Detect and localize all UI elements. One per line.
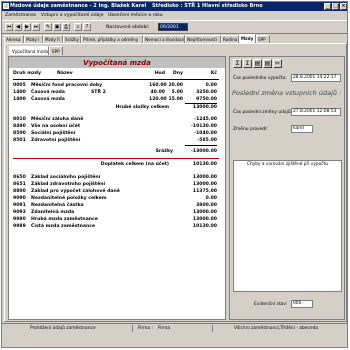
tab-prime-priplatky[interactable]: Přímé, příplatky a odměny (81, 35, 143, 43)
table-row: 8650 Základ sociálního pojištění 13000.0… (13, 175, 217, 180)
status-bar: Prohlížení údajů zaměstnance Firma : Fir… (2, 323, 347, 333)
tab-panel: Vypočítaná mzda SPP Vypočítaná mzda Druh… (4, 43, 347, 322)
subtab-vypocitana-mzda[interactable]: Vypočítaná mzda (9, 46, 49, 55)
period-select[interactable]: 09/2001 (158, 23, 188, 31)
tab-nemoci[interactable]: Nemoci a likvidace (143, 35, 185, 43)
print-icon[interactable]: ⎙ (62, 23, 70, 31)
last-calc-field[interactable]: 28.8.2001 14:22:17 (291, 74, 341, 82)
status-field[interactable]: 000 (291, 300, 313, 308)
table-row: 0005 Měsíční fond pracovní doby 160.00 2… (13, 83, 217, 88)
table-row: 8500 Sociální pojištění -1040.00 (13, 131, 217, 136)
status-label: Evidenční stav: (254, 302, 288, 307)
table-row: 8800 Základ pro výpočet zálohové daně 11… (13, 189, 217, 194)
tab-nepritomnosti[interactable]: Nepřítomnosti (185, 35, 221, 43)
search-icon[interactable]: ⌕ (74, 23, 82, 31)
doplatek-value: 10130.00 (192, 162, 217, 167)
srazky-value: -13000.00 (190, 149, 217, 154)
table-row: 8501 Zdravotní pojištění -585.00 (13, 138, 217, 143)
errors-warnings-box[interactable]: Chyby a varování zjištěné při výpočtu (233, 160, 342, 292)
sum-divider (185, 145, 217, 146)
header-kod: Druh mzdy (13, 71, 41, 76)
srazky-label: Srážky (155, 149, 173, 154)
hrube-value: 13000.00 (192, 105, 217, 110)
list-icon[interactable]: ▤ (253, 59, 262, 68)
minimize-button[interactable]: _ (324, 3, 331, 10)
last-change-heading: Poslední změna vstupních údajů : (232, 89, 342, 97)
doplatek-divider (13, 158, 219, 159)
close-button[interactable]: × (340, 3, 347, 10)
sum-all-icon[interactable]: Σ (243, 59, 252, 68)
toolbar: ⏮ ◀ ▶ ⏭ ✎ ▣ ⎙ ⌕ ? Nastavené období: 09/2… (2, 20, 347, 34)
title-bar: Mzdové údaje zaměstnance - 2 Ing. Blažek… (2, 2, 347, 11)
header-dny: Dny (172, 71, 183, 76)
main-tabs: Adresa Mzdy I Mzdy II Srážky Přímé, příp… (4, 34, 345, 43)
table-row: 8651 Základ zdravotního pojištění 13000.… (13, 182, 217, 187)
table-row: 9980 Hrubá mzda zaměstnance 13000.00 (13, 217, 217, 222)
cut-icon[interactable]: ✂ (273, 59, 282, 68)
prev-record-icon[interactable]: ◀ (14, 23, 22, 31)
changed-by-field[interactable]: karel (291, 125, 313, 133)
tab-adresa[interactable]: Adresa (4, 35, 24, 43)
tab-mzdy-1[interactable]: Mzdy I (24, 35, 43, 43)
tab-srazky[interactable]: Srážky (63, 35, 81, 43)
report-icon[interactable]: ▤ (263, 59, 272, 68)
hrube-sum-row: Hrubé složky celkem 13000.00 (9, 104, 225, 111)
save-icon[interactable]: ▣ (53, 23, 61, 31)
menu-zamestnanec[interactable]: Zaměstnanec (5, 13, 36, 18)
first-record-icon[interactable]: ⏮ (5, 23, 13, 31)
table-row: 8010 Měsíční záloha daně -1245.00 (13, 117, 217, 122)
tab-spp[interactable]: SPP (256, 35, 270, 43)
changed-by-label: Změnu provedl: (233, 127, 268, 132)
maximize-button[interactable]: □ (332, 3, 339, 10)
period-label: Nastavené období: (106, 25, 150, 30)
errors-warnings-title: Chyby a varování zjištěné při výpočtu (246, 162, 329, 167)
menu-bar: Zaměstnanec Vstupní a vypočítané údaje U… (2, 11, 347, 20)
doplatek-row: Doplatek celkem (na účet) 10130.00 (9, 161, 225, 168)
tab-mzdy[interactable]: Mzdy (239, 34, 256, 43)
calculated-wage-panel: Vypočítaná mzda Druh mzdy Název Hod Dny … (8, 56, 226, 320)
doplatek-label: Doplatek celkem (na účet) (100, 162, 169, 167)
hrube-label: Hrubé složky celkem (115, 105, 169, 110)
table-row: 1400 Časová mzda STŘ 2 40.00 5.00 3250.0… (13, 90, 217, 95)
header-kc: Kč (210, 71, 217, 76)
status-filter: Všichni zaměstnanci,Třídění - abeceda (234, 326, 319, 331)
status-mode: Prohlížení údajů zaměstnance (30, 326, 96, 331)
status-separator (132, 325, 133, 332)
status-firma-label: Firma : (138, 326, 153, 331)
last-calc-label: Čas posledního výpočtu: (233, 76, 287, 81)
calc-info-panel: Σ Σ ▤ ▤ ✂ Čas posledního výpočtu: 28.8.2… (229, 56, 345, 320)
wage-title: Vypočítaná mzda (83, 59, 151, 67)
help-icon[interactable]: ? (83, 23, 91, 31)
table-row: 1400 Časová mzda 120.00 15.00 9750.00 (13, 97, 217, 102)
main-window: Mzdové údaje zaměstnance - 2 Ing. Blažek… (1, 1, 348, 348)
last-change-field[interactable]: 27.8.2001 12:08:53 (291, 108, 341, 116)
app-icon (3, 3, 9, 9)
last-record-icon[interactable]: ⏭ (32, 23, 40, 31)
tab-mzdy-2[interactable]: Mzdy II (43, 35, 63, 43)
wage-title-band: Vypočítaná mzda (9, 57, 225, 68)
table-row: 9091 Nezdanitelná částka 3800.00 (13, 203, 217, 208)
sum-icon[interactable]: Σ (233, 59, 242, 68)
table-row: 9989 Čistá mzda zaměstnance 10130.00 (13, 224, 217, 229)
wage-table-header: Druh mzdy Název Hod Dny Kč (9, 71, 225, 80)
subtab-spp[interactable]: SPP (49, 46, 63, 55)
tab-rodina[interactable]: Rodina (221, 35, 239, 43)
edit-icon[interactable]: ✎ (44, 23, 52, 31)
header-hod: Hod (154, 71, 165, 76)
header-nazev: Název (57, 71, 73, 76)
next-record-icon[interactable]: ▶ (23, 23, 31, 31)
table-row: 9090 Nezdanitelné položky celkem 0.00 (13, 196, 217, 201)
srazky-sum-row: Srážky -13000.00 (9, 148, 225, 155)
window-title-center: Středisko : STŘ 1 Hlavní středisko Brno (152, 3, 263, 9)
menu-ukonceni[interactable]: Ukončení měsíce a roku (108, 13, 163, 18)
window-title: Mzdové údaje zaměstnance - 2 Ing. Blažek… (10, 3, 147, 9)
menu-vstupni-udaje[interactable]: Vstupní a vypočítané údaje (41, 13, 104, 18)
header-divider (13, 79, 219, 80)
status-firma-value: Firma (158, 326, 171, 331)
table-row: 8490 Vše na osobní účet -10130.00 (13, 124, 217, 129)
status-separator (212, 325, 213, 332)
table-row: 9093 Zdanitelná mzda 13000.00 (13, 210, 217, 215)
last-change-label: Čas poslední změny údajů: (233, 110, 293, 115)
